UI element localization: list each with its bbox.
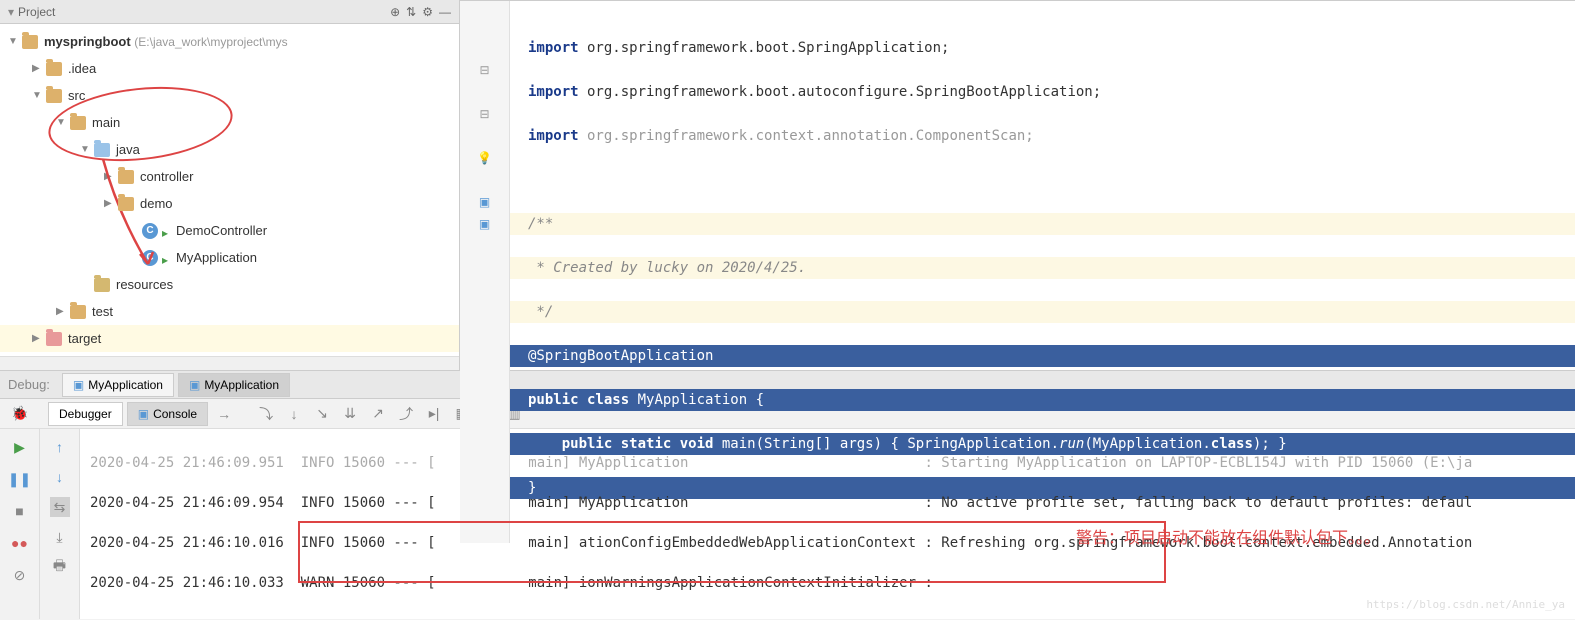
chevron-right-icon[interactable]: ▶ [104, 198, 118, 209]
tree-label: src [68, 88, 85, 103]
folder-icon [70, 116, 86, 130]
project-tool-window: ▾ Project ⊕ ⇅ ⚙ — ▼ myspringboot (E:\jav… [0, 0, 460, 370]
chevron-right-icon[interactable]: ▶ [56, 306, 70, 317]
debug-side-toolbar: ▶ ❚❚ ■ ●● ⊘ [0, 429, 40, 619]
gutter-run-icon[interactable]: ▣ [460, 213, 509, 235]
tab-label: MyApplication [204, 378, 279, 392]
folder-icon [46, 62, 62, 76]
tree-label: controller [140, 169, 193, 184]
chevron-down-icon[interactable]: ▼ [56, 117, 70, 128]
tab-label: MyApplication [88, 378, 163, 392]
console-tab[interactable]: ▣Console [127, 402, 208, 426]
project-tree: ▼ myspringboot (E:\java_work\myproject\m… [0, 24, 459, 356]
class-icon: C [142, 223, 158, 239]
tree-label: resources [116, 277, 173, 292]
scroll-down-icon[interactable]: ↓ [50, 467, 70, 487]
runnable-icon: ▸ [162, 253, 172, 263]
chevron-right-icon[interactable]: ▶ [32, 63, 46, 74]
console-line: 2020-04-25 21:46:09.954 INFO 15060 --- [… [90, 493, 1565, 513]
class-icon: C [142, 250, 158, 266]
tree-label: .idea [68, 61, 96, 76]
tree-main[interactable]: ▼ main [0, 109, 459, 136]
print-icon[interactable]: 🖶 [50, 557, 70, 577]
console-output[interactable]: 2020-04-25 21:46:09.951 INFO 15060 --- [… [80, 429, 1575, 619]
tree-label: java [116, 142, 140, 157]
excluded-folder-icon [46, 332, 62, 346]
tree-label: demo [140, 196, 173, 211]
horizontal-scrollbar[interactable] [0, 356, 459, 370]
tree-label: MyApplication [176, 250, 257, 265]
project-header: ▾ Project ⊕ ⇅ ⚙ — [0, 0, 459, 24]
intention-bulb-icon[interactable]: 💡 [460, 147, 509, 169]
annotation-warning-text: 警告：项目启动不能放在组件默认包下。。。 [1076, 529, 1380, 549]
tree-java[interactable]: ▼ java [0, 136, 459, 163]
tree-label: target [68, 331, 101, 346]
tree-demo-controller[interactable]: C ▸ DemoController [0, 217, 459, 244]
run-config-tab-2[interactable]: ▣ MyApplication [178, 373, 290, 397]
scroll-up-icon[interactable]: ↑ [50, 437, 70, 457]
step-out-icon[interactable]: ↗ [366, 402, 390, 426]
tree-label: main [92, 115, 120, 130]
force-step-icon[interactable]: ⇊ [338, 402, 362, 426]
module-icon [22, 35, 38, 49]
run-to-cursor-icon[interactable]: ▸| [422, 402, 446, 426]
chevron-down-icon[interactable]: ▼ [80, 144, 94, 155]
console-area: ▶ ❚❚ ■ ●● ⊘ ↑ ↓ ⇆ ⤓ 🖶 2020-04-25 21:46:0… [0, 429, 1575, 619]
tree-test[interactable]: ▶ test [0, 298, 459, 325]
stop-icon[interactable]: ■ [10, 501, 30, 521]
step-into-icon[interactable]: ↘ [310, 402, 334, 426]
resources-folder-icon [94, 278, 110, 292]
project-options-icon[interactable]: ⇅ [406, 5, 416, 19]
watermark: https://blog.csdn.net/Annie_ya [1366, 595, 1565, 615]
bug-icon[interactable]: 🐞 [10, 404, 30, 424]
gutter-run-icon[interactable]: ▣ [460, 191, 509, 213]
tree-demo[interactable]: ▶ demo [0, 190, 459, 217]
tree-label: myspringboot [44, 34, 131, 49]
source-folder-icon [94, 143, 110, 157]
pause-icon[interactable]: ❚❚ [10, 469, 30, 489]
chevron-down-icon[interactable]: ▼ [8, 36, 22, 47]
project-gear-icon[interactable]: ⚙ [422, 5, 433, 19]
output-arrow-icon[interactable]: → [212, 402, 236, 426]
folder-icon [46, 89, 62, 103]
editor-panel: C DemoController.java × C MyApplication.… [460, 0, 1575, 370]
tree-src[interactable]: ▼ src [0, 82, 459, 109]
tree-my-application[interactable]: C ▸ MyApplication [0, 244, 459, 271]
runnable-icon: ▸ [162, 226, 172, 236]
tree-path: (E:\java_work\myproject\mys [134, 35, 287, 49]
tree-resources[interactable]: resources [0, 271, 459, 298]
step-down-icon[interactable]: ↓ [282, 402, 306, 426]
drop-frame-icon[interactable]: ⤴ [394, 402, 418, 426]
console-line: 2020-04-25 21:46:09.951 INFO 15060 --- [… [90, 453, 1565, 473]
project-header-title: Project [18, 5, 390, 19]
tree-label: DemoController [176, 223, 267, 238]
debug-label: Debug: [8, 377, 50, 392]
run-config-tab-1[interactable]: ▣ MyApplication [62, 373, 174, 397]
resume-icon[interactable]: ▶ [10, 437, 30, 457]
view-breakpoints-icon[interactable]: ●● [10, 533, 30, 553]
soft-wrap-icon[interactable]: ⇆ [50, 497, 70, 517]
tree-idea[interactable]: ▶ .idea [0, 55, 459, 82]
chevron-right-icon[interactable]: ▶ [32, 333, 46, 344]
tree-controller[interactable]: ▶ controller [0, 163, 459, 190]
project-hide-icon[interactable]: — [439, 5, 451, 19]
debugger-tab[interactable]: Debugger [48, 402, 123, 426]
project-collapse-icon[interactable]: ▾ [8, 5, 14, 19]
project-settings-icon[interactable]: ⊕ [390, 5, 400, 19]
chevron-right-icon[interactable]: ▶ [104, 171, 118, 182]
tree-target[interactable]: ▶ target [0, 325, 459, 352]
package-icon [118, 170, 134, 184]
mute-breakpoints-icon[interactable]: ⊘ [10, 565, 30, 585]
step-over-icon[interactable]: ⤵ [254, 402, 278, 426]
package-icon [118, 197, 134, 211]
tree-root[interactable]: ▼ myspringboot (E:\java_work\myproject\m… [0, 28, 459, 55]
chevron-down-icon[interactable]: ▼ [32, 90, 46, 101]
annotation-warning-box [298, 521, 1166, 583]
folder-icon [70, 305, 86, 319]
console-side-toolbar: ↑ ↓ ⇆ ⤓ 🖶 [40, 429, 80, 619]
tree-label: test [92, 304, 113, 319]
scroll-to-end-icon[interactable]: ⤓ [50, 527, 70, 547]
